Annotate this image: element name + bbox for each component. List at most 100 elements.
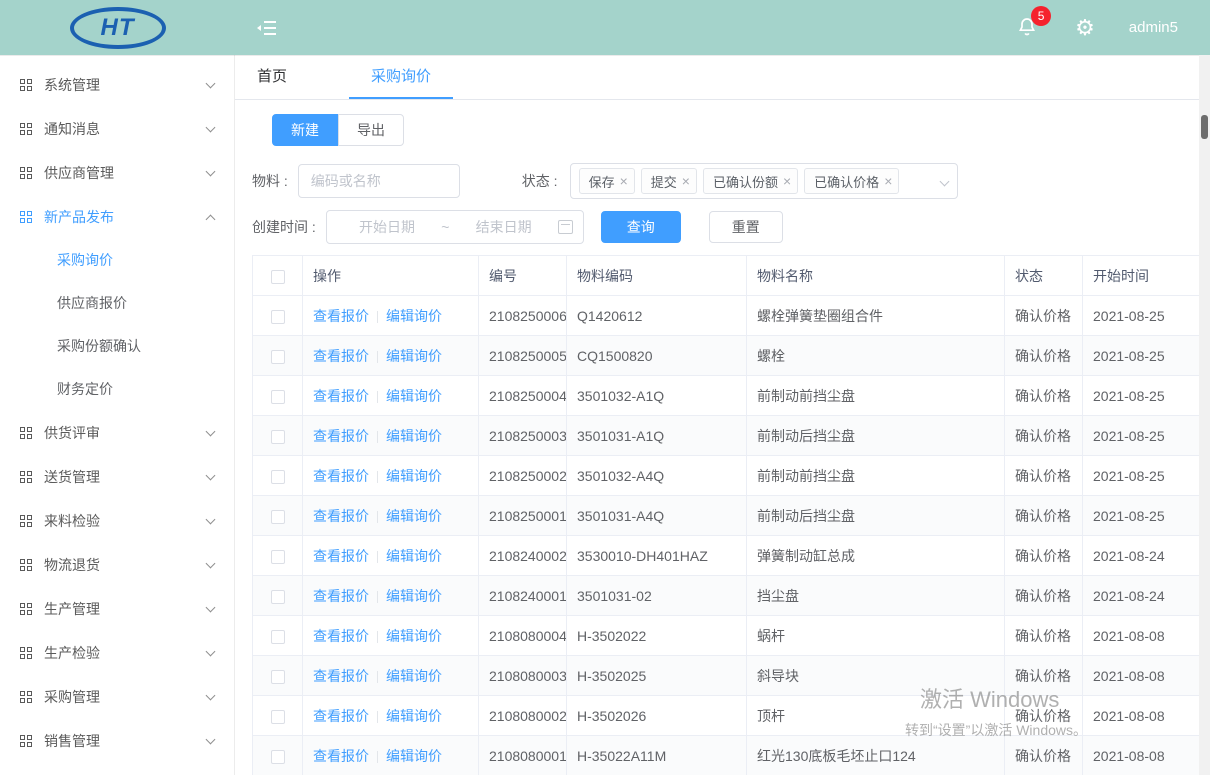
cell-serial-number: 2108250002 [479,456,567,496]
edit-inquiry-link[interactable]: 编辑询价 [386,348,442,364]
vertical-scrollbar[interactable] [1199,55,1210,775]
current-user[interactable]: admin5 [1129,19,1178,36]
cell-material-name: 螺栓 [747,336,1005,376]
edit-inquiry-link[interactable]: 编辑询价 [386,748,442,764]
sidebar-menu-item[interactable]: 销售管理 [0,719,234,763]
edit-inquiry-link[interactable]: 编辑询价 [386,468,442,484]
edit-inquiry-link[interactable]: 编辑询价 [386,428,442,444]
edit-inquiry-link[interactable]: 编辑询价 [386,548,442,564]
new-button[interactable]: 新建 [272,114,338,146]
row-checkbox[interactable] [271,550,285,564]
row-checkbox[interactable] [271,510,285,524]
sidebar-menu-item[interactable]: 通知消息 [0,107,234,151]
tag-close-icon[interactable]: × [884,174,892,188]
sidebar-menu-item[interactable]: 物流退货 [0,543,234,587]
sidebar-submenu-item[interactable]: 采购份额确认 [0,325,234,368]
chevron-up-icon [206,214,216,224]
tag-close-icon[interactable]: × [783,174,791,188]
sidebar-menu-label: 采购管理 [44,687,207,707]
view-quote-link[interactable]: 查看报价 [313,388,369,404]
notification-bell-icon[interactable]: 5 [1015,14,1041,42]
scrollbar-thumb[interactable] [1201,115,1208,139]
view-quote-link[interactable]: 查看报价 [313,308,369,324]
tab[interactable]: 首页 [235,55,309,99]
status-tag: 保存 × [579,168,635,194]
cell-material-name: 红光130底板毛坯止口124 [747,736,1005,775]
sidebar-menu-item[interactable]: 来料检验 [0,499,234,543]
cell-material-code: 3501032-A4Q [567,456,747,496]
start-date-placeholder: 开始日期 [337,217,437,237]
sidebar-menu-item[interactable]: 生产管理 [0,587,234,631]
sidebar-menu-item[interactable]: 采购管理 [0,675,234,719]
row-checkbox[interactable] [271,350,285,364]
row-checkbox[interactable] [271,750,285,764]
row-checkbox[interactable] [271,390,285,404]
tab[interactable]: 采购询价 [349,55,453,99]
link-divider [377,551,378,563]
view-quote-link[interactable]: 查看报价 [313,548,369,564]
sidebar-menu-item[interactable]: 系统管理 [0,63,234,107]
chevron-down-icon [206,647,216,657]
chevron-down-icon [206,427,216,437]
link-divider [377,511,378,523]
grid-menu-icon [20,167,32,179]
sidebar-menu-item[interactable]: 供应商管理 [0,151,234,195]
select-chevron-icon [939,177,949,187]
search-button[interactable]: 查询 [601,211,681,243]
status-multiselect[interactable]: 保存 × 提交 × 已确认份额 × 已确认价格 × [570,163,958,199]
cell-start-date: 2021-08-08 [1083,696,1210,736]
view-quote-link[interactable]: 查看报价 [313,708,369,724]
view-quote-link[interactable]: 查看报价 [313,468,369,484]
chevron-down-icon [206,515,216,525]
row-checkbox[interactable] [271,310,285,324]
edit-inquiry-link[interactable]: 编辑询价 [386,668,442,684]
sidebar-submenu-item[interactable]: 财务定价 [0,368,234,411]
sidebar-menu-item[interactable]: 送货管理 [0,455,234,499]
sidebar-collapse-icon[interactable] [253,14,281,42]
material-input[interactable] [298,164,460,198]
tag-close-icon[interactable]: × [682,174,690,188]
row-checkbox[interactable] [271,470,285,484]
row-checkbox[interactable] [271,710,285,724]
edit-inquiry-link[interactable]: 编辑询价 [386,708,442,724]
export-button[interactable]: 导出 [338,114,404,146]
cell-material-code: H-3502026 [567,696,747,736]
edit-inquiry-link[interactable]: 编辑询价 [386,388,442,404]
cell-status: 确认价格 [1005,296,1083,336]
sidebar-menu-item[interactable]: 新产品发布 [0,195,234,239]
sidebar-menu-label: 生产管理 [44,599,207,619]
row-checkbox[interactable] [271,430,285,444]
sidebar-menu-item[interactable]: 生产检验 [0,631,234,675]
view-quote-link[interactable]: 查看报价 [313,748,369,764]
cell-status: 确认价格 [1005,696,1083,736]
reset-button[interactable]: 重置 [709,211,783,243]
view-quote-link[interactable]: 查看报价 [313,428,369,444]
sidebar-menu-label: 生产检验 [44,643,207,663]
sidebar-menu-item[interactable]: 供货评审 [0,411,234,455]
settings-gear-icon[interactable]: ⚙ [1075,17,1095,39]
view-quote-link[interactable]: 查看报价 [313,628,369,644]
view-quote-link[interactable]: 查看报价 [313,588,369,604]
cell-serial-number: 2108250001 [479,496,567,536]
view-quote-link[interactable]: 查看报价 [313,508,369,524]
row-checkbox[interactable] [271,590,285,604]
cell-start-date: 2021-08-25 [1083,336,1210,376]
edit-inquiry-link[interactable]: 编辑询价 [386,308,442,324]
view-quote-link[interactable]: 查看报价 [313,668,369,684]
edit-inquiry-link[interactable]: 编辑询价 [386,588,442,604]
sidebar-submenu-item[interactable]: 采购询价 [0,239,234,282]
edit-inquiry-link[interactable]: 编辑询价 [386,628,442,644]
row-checkbox[interactable] [271,630,285,644]
topbar: HT 5 ⚙ admin5 [0,0,1210,55]
select-all-checkbox[interactable] [271,270,285,284]
row-checkbox[interactable] [271,670,285,684]
tag-close-icon[interactable]: × [620,174,628,188]
view-quote-link[interactable]: 查看报价 [313,348,369,364]
date-range-picker[interactable]: 开始日期 ~ 结束日期 [326,210,584,244]
sidebar-submenu-item[interactable]: 供应商报价 [0,282,234,325]
cell-start-date: 2021-08-24 [1083,536,1210,576]
sidebar-menu: 系统管理 通知消息 供应商管理 新产品发布 采购询价 供应商报价 采购份额确认 … [0,63,234,763]
edit-inquiry-link[interactable]: 编辑询价 [386,508,442,524]
cell-start-date: 2021-08-25 [1083,416,1210,456]
cell-serial-number: 2108250004 [479,376,567,416]
